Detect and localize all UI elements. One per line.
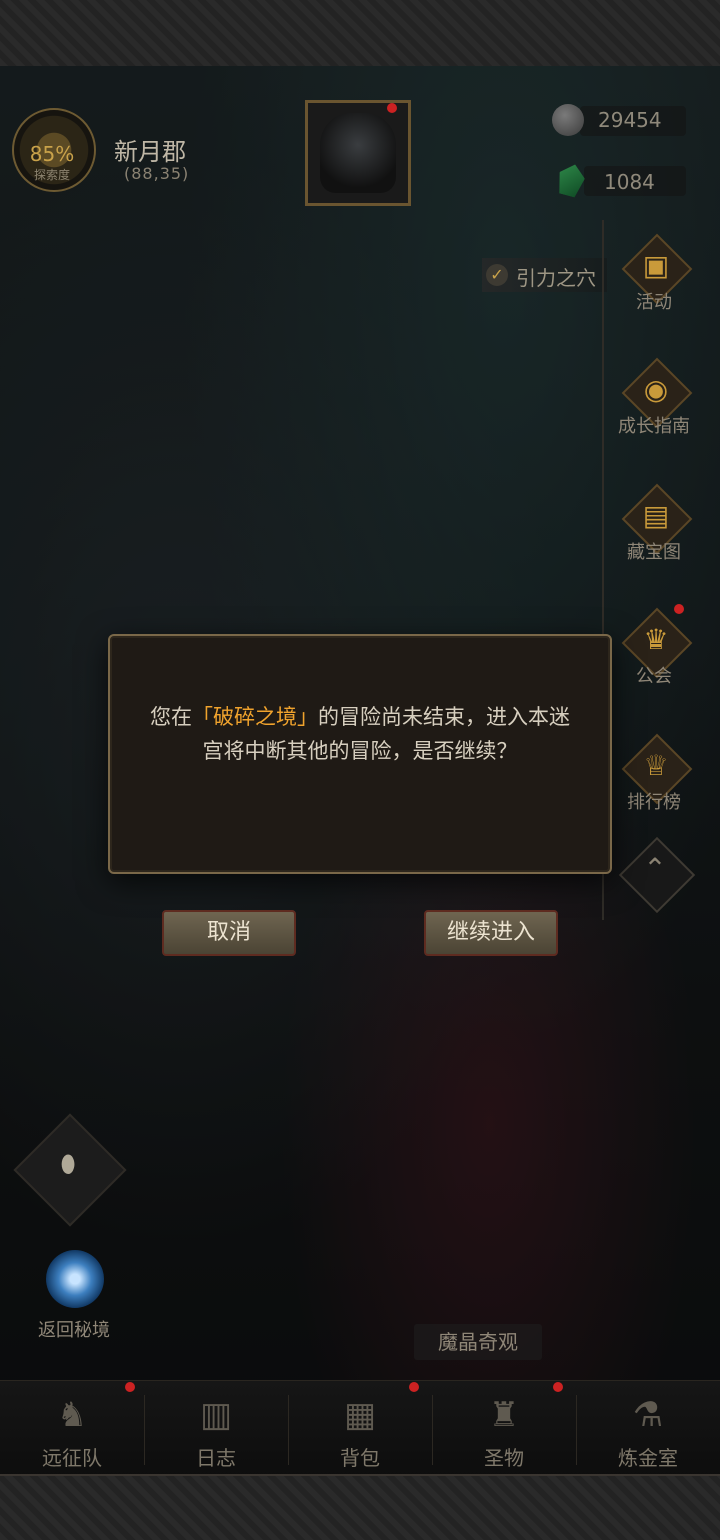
quest-label: 引力之穴 xyxy=(516,266,596,290)
side-item-label: 成长指南 xyxy=(618,416,690,437)
nav-label: 背包 xyxy=(340,1446,380,1470)
bottom-frame xyxy=(0,1474,720,1540)
side-item-growth-guide[interactable]: ◉ 成长指南 xyxy=(602,357,706,442)
gift-icon: ▣ xyxy=(642,249,670,282)
hero-portrait-button[interactable] xyxy=(305,100,411,206)
side-item-label: 公会 xyxy=(636,666,672,687)
helmet-avatar-icon xyxy=(320,113,396,193)
backpack-notify-dot xyxy=(409,1382,419,1392)
explore-percent: 85% xyxy=(29,142,75,166)
coin-value: 29454 xyxy=(598,108,662,132)
gem-value: 1084 xyxy=(604,170,655,194)
nav-label: 炼金室 xyxy=(618,1446,678,1470)
relic-notify-dot xyxy=(553,1382,563,1392)
bread-icon: ⬮ xyxy=(60,1150,76,1178)
alchemy-icon: ⚗ xyxy=(632,1395,664,1435)
silver-coin-icon xyxy=(552,104,584,136)
nav-divider xyxy=(432,1395,433,1465)
nav-divider xyxy=(576,1395,577,1465)
explore-label: 探索度 xyxy=(33,168,70,182)
relic-icon: ♜ xyxy=(488,1395,520,1435)
region-name: 新月郡 xyxy=(114,138,186,166)
helmet-icon: ♞ xyxy=(56,1395,88,1435)
dialog-highlight: 「破碎之境」 xyxy=(192,705,318,729)
scroll-icon: ▥ xyxy=(199,1395,233,1435)
trophy-icon: ♕ xyxy=(643,749,669,782)
return-label: 返回秘境 xyxy=(38,1320,110,1341)
side-item-leaderboard[interactable]: ♕ 排行榜 xyxy=(602,733,706,818)
guide-icon: ◉ xyxy=(643,373,669,406)
treasure-map-icon: ▤ xyxy=(642,499,670,532)
nav-label: 日志 xyxy=(196,1446,236,1470)
nav-journal[interactable]: ▥ 日志 xyxy=(144,1380,288,1476)
side-item-treasure-map[interactable]: ▤ 藏宝图 xyxy=(602,483,706,568)
side-item-label: 活动 xyxy=(636,292,672,313)
side-item-guild[interactable]: ♛ 公会 xyxy=(602,607,706,692)
expedition-notify-dot xyxy=(125,1382,135,1392)
region-coordinates: (88,35) xyxy=(124,164,190,183)
side-item-label: 藏宝图 xyxy=(627,542,681,563)
continue-button[interactable]: 继续进入 xyxy=(424,910,558,956)
dialog-text-before: 您在 xyxy=(150,705,192,729)
cancel-button[interactable]: 取消 xyxy=(162,910,296,956)
nav-label: 远征队 xyxy=(42,1446,102,1470)
nav-label: 圣物 xyxy=(484,1446,524,1470)
nav-alchemy[interactable]: ⚗ 炼金室 xyxy=(576,1380,720,1476)
side-item-label: 排行榜 xyxy=(627,792,681,813)
side-item-activity[interactable]: ▣ 活动 xyxy=(602,233,706,318)
nav-expedition[interactable]: ♞ 远征队 xyxy=(0,1380,144,1476)
nav-relics[interactable]: ♜ 圣物 xyxy=(432,1380,576,1476)
nav-divider xyxy=(288,1395,289,1465)
dialog-message: 您在「破碎之境」的冒险尚未结束，进入本迷宫将中断其他的冒险，是否继续？ xyxy=(150,700,570,768)
backpack-icon: ▦ xyxy=(343,1395,377,1435)
portal-icon[interactable] xyxy=(46,1250,104,1308)
guild-notify-dot xyxy=(674,604,684,614)
check-icon: ✓ xyxy=(486,264,508,286)
area-name-label: 魔晶奇观 xyxy=(414,1324,542,1360)
nav-divider xyxy=(144,1395,145,1465)
top-frame xyxy=(0,0,720,68)
nav-backpack[interactable]: ▦ 背包 xyxy=(288,1380,432,1476)
chevron-up-icon: ⌃ xyxy=(643,852,667,885)
portrait-notify-dot xyxy=(387,103,397,113)
guild-icon: ♛ xyxy=(643,623,669,656)
